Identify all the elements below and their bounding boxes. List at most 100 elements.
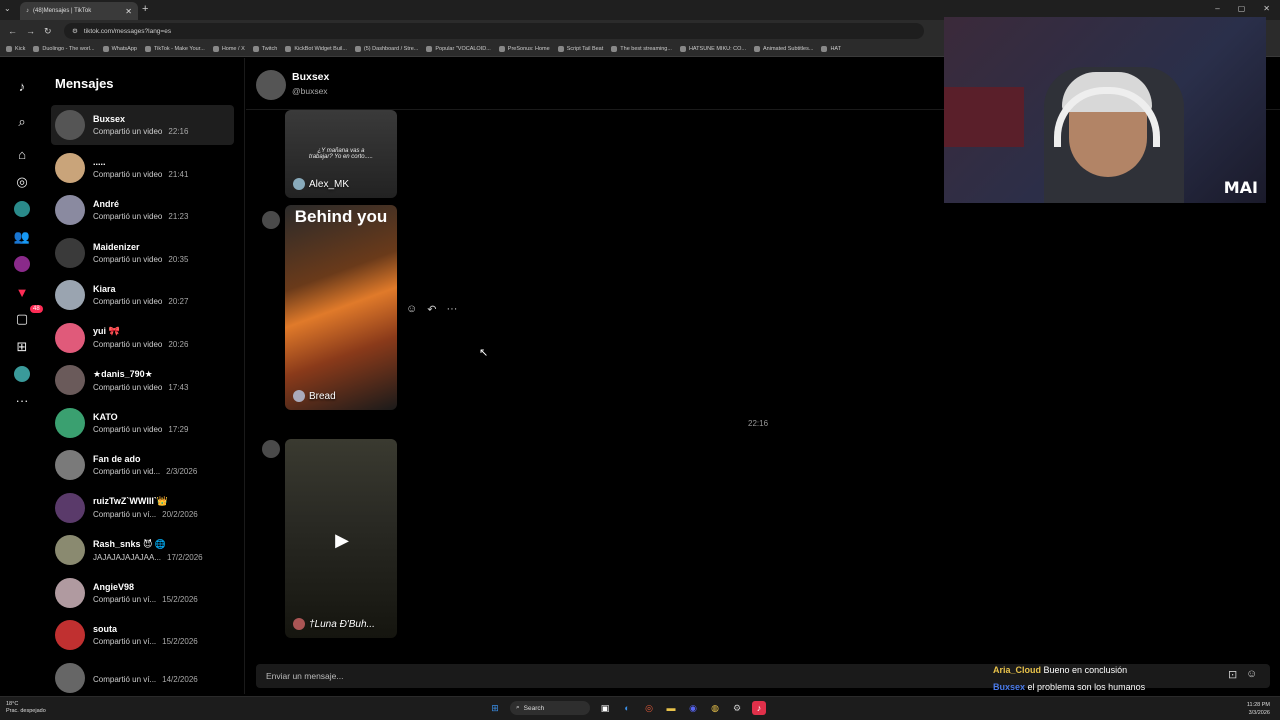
avatar [55, 365, 85, 395]
conversation-item[interactable]: Compartió un ví... 14/2/2026 [51, 658, 234, 698]
conversation-item[interactable]: ★danis_790★ Compartió un video 17:43 [51, 360, 234, 400]
avatar [55, 322, 85, 353]
conversation-preview: Compartió un video [93, 212, 163, 221]
bookmark-item[interactable]: HAT [821, 46, 841, 52]
emoji-icon[interactable]: ☺ [1246, 668, 1257, 680]
browser-tab[interactable]: ♪ (48)Mensajes | TikTok ✕ [20, 2, 138, 20]
chrome-icon[interactable]: ◍ [708, 701, 722, 715]
messages-title: Mensajes [55, 76, 114, 91]
sender-avatar[interactable] [262, 440, 280, 458]
bookmark-item[interactable]: Home / X [212, 46, 245, 52]
inbox-icon[interactable]: ▢ 48 [12, 305, 43, 329]
search-icon[interactable]: ⌕ [12, 112, 32, 132]
site-info-icon[interactable]: ⚙ [72, 27, 78, 35]
weather-widget[interactable]: 18°C Prac. despejado [6, 701, 46, 715]
bookmark-item[interactable]: TikTok - Make Your... [144, 46, 205, 52]
bookmark-item[interactable]: WhatsApp [102, 46, 137, 52]
taskbar-search[interactable]: ⌕ Search [510, 701, 590, 715]
webcam-tag: MAI [1223, 178, 1258, 197]
bookmark-item[interactable]: KickBot Widget Buil... [285, 46, 347, 52]
conversation-item[interactable]: souta Compartió un ví... 15/2/2026 [51, 615, 234, 655]
add-icon[interactable]: ⊞ [12, 337, 32, 357]
avatar [55, 577, 85, 608]
bookmark-item[interactable]: The best streaming... [611, 46, 672, 52]
more-options-icon[interactable]: ··· [446, 303, 457, 316]
react-icon[interactable]: ☺ [406, 303, 417, 316]
avatar [55, 450, 85, 480]
windows-start-icon[interactable]: ⊞ [488, 701, 502, 715]
bookmark-icon [354, 46, 361, 52]
url-input[interactable]: ⚙ tiktok.com/messages?lang=es [64, 23, 924, 39]
conversation-item[interactable]: Rash_snks 😈 🌐 JAJAJAJAJAJAA... 17/2/2026 [51, 530, 234, 570]
upload-icon[interactable]: ▼ [12, 282, 32, 302]
sender-avatar[interactable] [262, 211, 280, 229]
bookmark-item[interactable]: HATSUNE MIKU: CO... [679, 46, 746, 52]
back-icon[interactable]: ← [8, 26, 18, 36]
bookmark-item[interactable]: Animated Subtitles... [754, 46, 813, 52]
avatar [55, 195, 85, 225]
profile-avatar-icon[interactable] [12, 364, 32, 384]
conversation-item[interactable]: André Compartió un video 21:23 [51, 190, 234, 230]
app-icon[interactable]: ◎ [642, 701, 656, 715]
bookmark-item[interactable]: Script Tail Beat [557, 46, 603, 52]
bookmark-icon [821, 46, 828, 52]
task-view-icon[interactable]: ▣ [598, 701, 612, 715]
following-icon[interactable]: 👥 [12, 227, 32, 247]
conversation-preview: Compartió un vid... [93, 467, 161, 476]
bookmark-item[interactable]: Kick [6, 46, 25, 52]
shared-video-2[interactable]: Behind you Bread [285, 205, 397, 410]
chat-name[interactable]: Buxsex [292, 71, 329, 83]
bookmark-item[interactable]: Duolingo - The worl... [33, 46, 95, 52]
author-avatar [293, 390, 305, 402]
bookmark-icon [102, 46, 109, 52]
conversation-item[interactable]: Fan de ado Compartió un vid... 2/3/2026 [51, 445, 234, 485]
live-avatar-icon[interactable] [12, 199, 32, 219]
conversation-item[interactable]: yui 🎀 Compartió un video 20:26 [51, 318, 234, 358]
conversation-item[interactable]: Buxsex Compartió un video 22:16 [51, 105, 234, 145]
conversation-item[interactable]: ..... Compartió un video 21:41 [51, 148, 234, 188]
window-controls: – ▢ ✕ [1215, 4, 1270, 13]
close-tab-icon[interactable]: ✕ [125, 7, 132, 16]
shared-video-3[interactable]: ▶ †Luna Ɖ'Buh... [285, 439, 397, 638]
tab-menu-icon[interactable]: ⌄ [4, 4, 11, 13]
reply-icon[interactable]: ↶ [427, 303, 436, 316]
conversation-item[interactable]: Maidenizer Compartió un video 20:35 [51, 233, 234, 273]
settings-icon[interactable]: ⚙ [730, 701, 744, 715]
avatar [55, 110, 85, 140]
system-clock[interactable]: 11:28 PM 3/3/2026 [1247, 701, 1270, 717]
shared-video-1[interactable]: ¿Y mañana vas a trabajar? Yo en corto...… [285, 110, 397, 198]
music-icon[interactable]: ♪ [752, 701, 766, 715]
tiktok-logo-icon[interactable]: ♪ [12, 76, 32, 96]
close-window-icon[interactable]: ✕ [1263, 4, 1270, 13]
home-icon[interactable]: ⌂ [12, 144, 32, 164]
avatar [55, 492, 85, 523]
message-input[interactable]: Enviar un mensaje... [266, 671, 343, 681]
conversation-item[interactable]: ruizTwZ`WWIII`👑 Compartió un ví... 20/2/20… [51, 488, 234, 528]
bookmark-icon [498, 46, 505, 52]
avatar [55, 620, 85, 650]
bookmark-item[interactable]: (5) Dashboard / Stre... [354, 46, 418, 52]
forward-icon[interactable]: → [26, 26, 36, 36]
reload-icon[interactable]: ↻ [44, 26, 54, 37]
edge-icon[interactable]: ◐ [620, 701, 634, 715]
bookmark-item[interactable]: PreSonus: Home [498, 46, 550, 52]
friends-avatar-icon[interactable] [12, 254, 32, 274]
minimize-icon[interactable]: – [1215, 4, 1219, 13]
conversation-item[interactable]: KATO Compartió un video 17:29 [51, 403, 234, 443]
conversation-time: 20/2/2026 [162, 510, 198, 519]
conversation-item[interactable]: Kiara Compartió un video 20:27 [51, 275, 234, 315]
conversation-item[interactable]: AngieV98 Compartió un ví... 15/2/2026 [51, 573, 234, 613]
maximize-icon[interactable]: ▢ [1238, 4, 1246, 13]
bookmark-icon [754, 46, 760, 52]
file-explorer-icon[interactable]: ▬ [664, 701, 678, 715]
author-avatar [293, 618, 305, 630]
bookmark-item[interactable]: Twitch [252, 46, 277, 52]
explore-icon[interactable]: ◎ [12, 172, 32, 192]
discord-icon[interactable]: ◉ [686, 701, 700, 715]
gif-icon[interactable]: ⊡ [1228, 668, 1237, 681]
chat-avatar[interactable] [256, 70, 286, 100]
more-icon[interactable]: ··· [12, 390, 32, 410]
bookmark-item[interactable]: Popular "VOCALOID... [426, 46, 491, 52]
new-tab-icon[interactable]: + [142, 3, 148, 15]
play-icon[interactable]: ▶ [331, 529, 353, 551]
